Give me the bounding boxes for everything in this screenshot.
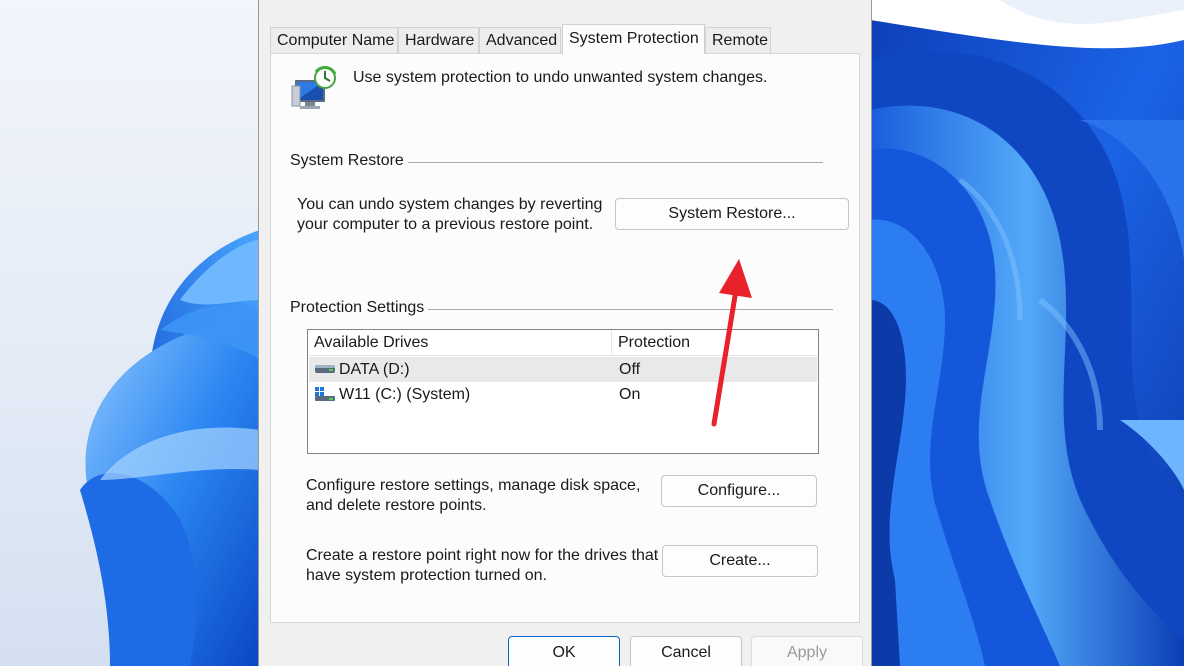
tab-system-protection[interactable]: System Protection: [562, 24, 705, 54]
red-arrow-icon: [711, 259, 752, 427]
